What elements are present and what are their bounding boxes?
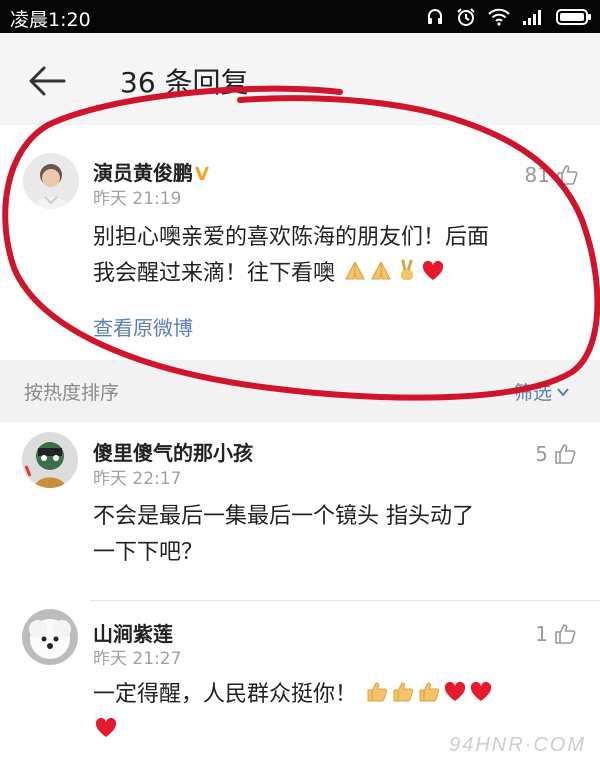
pray-emoji-icon bbox=[371, 261, 391, 280]
wifi-icon bbox=[488, 8, 510, 26]
sort-by-hot[interactable]: 按热度排序 bbox=[24, 378, 119, 405]
thumbs-up-emoji-icon bbox=[393, 682, 414, 702]
sort-bar: 按热度排序 筛选 bbox=[0, 360, 600, 422]
post-time: 昨天 21:19 bbox=[93, 189, 182, 209]
avatar[interactable] bbox=[22, 609, 78, 665]
comment-text-line2: 一下下吧？ bbox=[93, 540, 204, 565]
view-original-link[interactable]: 查看原微博 bbox=[93, 312, 193, 341]
header: 36 条回复 bbox=[0, 33, 600, 125]
comment-like-button[interactable]: 5 bbox=[535, 442, 576, 466]
comment-time: 昨天 21:27 bbox=[93, 649, 182, 669]
post-text: 别担心噢亲爱的喜欢陈海的朋友们！后面 我会醒过来滴！往下看噢 bbox=[93, 220, 573, 292]
post-text-line2: 我会醒过来滴！往下看噢 bbox=[93, 256, 573, 292]
status-bar: 凌晨1:20 bbox=[0, 0, 600, 33]
comment-time: 昨天 22:17 bbox=[93, 469, 182, 489]
avatar[interactable] bbox=[23, 153, 79, 209]
comment-like-count: 5 bbox=[535, 442, 548, 466]
original-post: 演员黄俊鹏 V 昨天 21:19 81 别担心噢亲爱的喜欢陈海的朋友们！后面 我会… bbox=[0, 125, 600, 360]
watermark: 94HNR·COM bbox=[449, 734, 586, 756]
heart-emoji-icon bbox=[444, 681, 466, 701]
post-author[interactable]: 演员黄俊鹏 V bbox=[93, 157, 209, 186]
avatar[interactable] bbox=[22, 432, 78, 488]
comment-like-count: 1 bbox=[535, 622, 548, 646]
chevron-down-icon bbox=[557, 387, 569, 397]
thumbs-up-icon bbox=[557, 165, 578, 185]
heart-emoji-icon bbox=[470, 681, 492, 701]
thumbs-up-emoji-icon bbox=[419, 682, 440, 702]
battery-icon bbox=[556, 9, 591, 25]
pray-emoji-icon bbox=[345, 261, 365, 280]
alarm-icon bbox=[457, 8, 475, 26]
victory-emoji-icon bbox=[401, 259, 414, 280]
filter-label: 筛选 bbox=[513, 382, 552, 404]
thumbs-up-icon bbox=[555, 624, 576, 644]
comment-author[interactable]: 傻里傻气的那小孩 bbox=[93, 437, 253, 466]
thumbs-up-emoji-icon bbox=[367, 682, 388, 702]
heart-emoji-icon bbox=[422, 260, 444, 280]
comment-text: 不会是最后一集最后一个镜头 指头动了 一下下吧？ bbox=[93, 499, 573, 571]
thumbs-up-icon bbox=[555, 444, 576, 464]
post-text-line1: 别担心噢亲爱的喜欢陈海的朋友们！后面 bbox=[93, 225, 490, 250]
verified-badge: V bbox=[195, 164, 209, 185]
signal-icon bbox=[523, 10, 541, 25]
heart-emoji-icon bbox=[95, 717, 117, 737]
page-title: 36 条回复 bbox=[120, 66, 249, 99]
comment-author[interactable]: 山涧紫莲 bbox=[93, 618, 173, 647]
clock: 凌晨1:20 bbox=[10, 9, 91, 31]
back-arrow-icon[interactable] bbox=[26, 61, 68, 101]
comment-like-button[interactable]: 1 bbox=[535, 622, 576, 646]
filter-button[interactable]: 筛选 bbox=[514, 378, 570, 405]
status-icons bbox=[426, 7, 592, 27]
comment-list: 傻里傻气的那小孩 昨天 22:17 5 不会是最后一集最后一个镜头 指头动了 一… bbox=[0, 422, 600, 769]
comment-text-line1: 不会是最后一集最后一个镜头 指头动了 bbox=[93, 504, 474, 529]
divider bbox=[90, 600, 600, 601]
headphones-icon bbox=[428, 9, 442, 24]
post-like-button[interactable]: 81 bbox=[525, 163, 578, 187]
post-like-count: 81 bbox=[524, 163, 550, 187]
comment-text-line1: 一定得醒，人民群众挺你！ bbox=[93, 677, 573, 713]
